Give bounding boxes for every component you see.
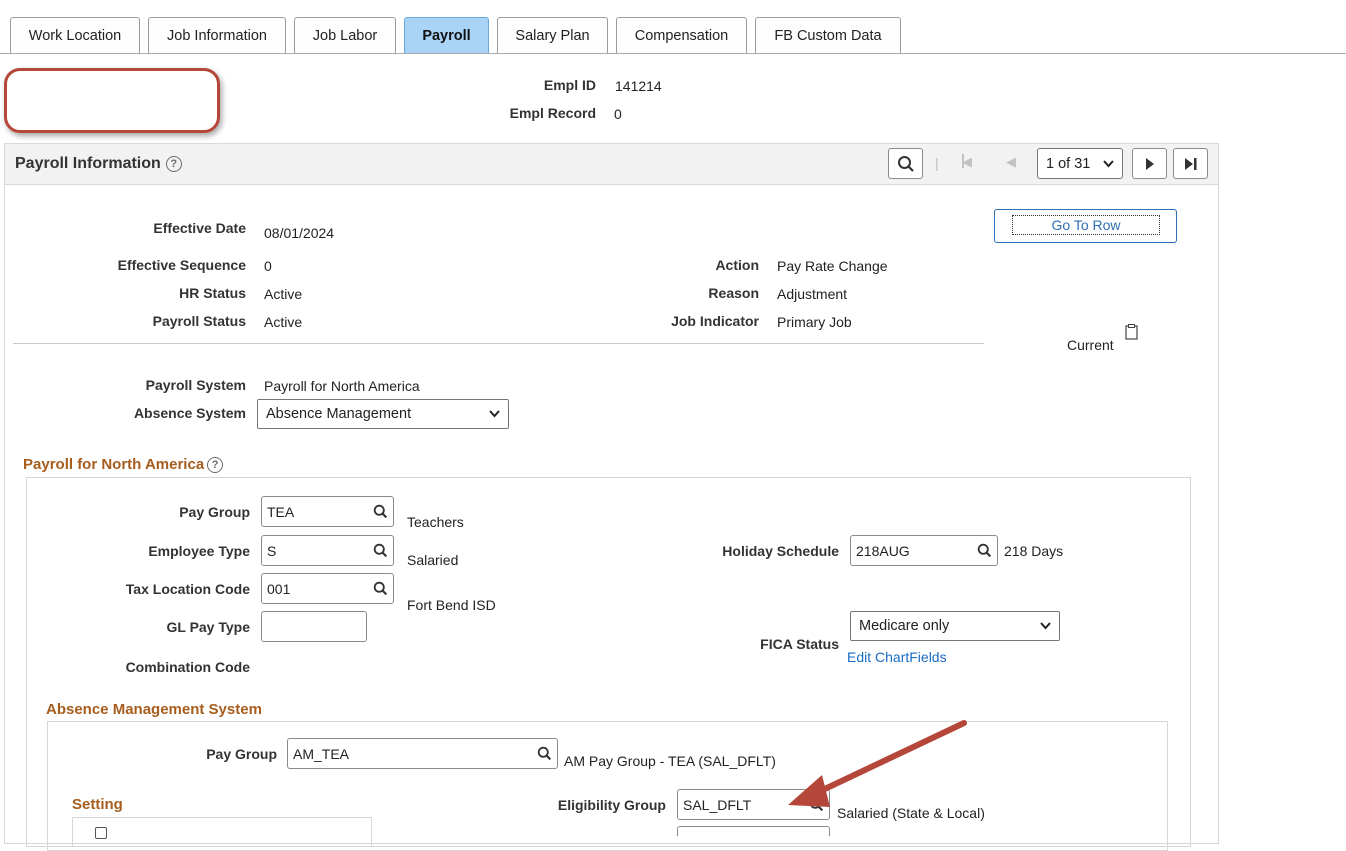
eligibility-group-value: SAL_DFLT — [683, 796, 752, 813]
first-row-bar — [962, 154, 964, 168]
fica-status-select[interactable]: Medicare only — [850, 611, 1060, 641]
empl-record-value: 0 — [614, 106, 622, 122]
payroll-info-title-text: Payroll Information — [15, 155, 161, 172]
holiday-schedule-label: Holiday Schedule — [722, 543, 839, 559]
pay-group-description: Teachers — [407, 514, 464, 530]
ams-pay-group-description: AM Pay Group - TEA (SAL_DFLT) — [564, 753, 776, 769]
payroll-system-value: Payroll for North America — [264, 378, 420, 394]
next-field-input[interactable] — [677, 826, 830, 836]
edit-chartfields-link[interactable]: Edit ChartFields — [847, 649, 947, 665]
tab-payroll[interactable]: Payroll — [404, 17, 489, 54]
tab-job-labor[interactable]: Job Labor — [294, 17, 396, 54]
go-to-row-button[interactable]: Go To Row — [994, 209, 1177, 243]
tab-work-location[interactable]: Work Location — [10, 17, 140, 54]
empl-id-value: 141214 — [615, 78, 662, 94]
absence-system-label: Absence System — [133, 405, 246, 421]
last-row-button[interactable] — [1173, 148, 1208, 179]
previous-row-icon: ◀︎ — [1006, 154, 1016, 169]
pay-group-value: TEA — [267, 503, 295, 520]
fica-status-label: FICA Status — [760, 636, 839, 652]
search-icon[interactable] — [373, 504, 388, 519]
absence-system-select[interactable]: Absence Management — [257, 399, 509, 429]
employee-type-value: S — [267, 542, 277, 559]
search-icon[interactable] — [373, 543, 388, 558]
row-pager-select[interactable]: 1 of 31 — [1037, 148, 1123, 179]
search-button[interactable] — [888, 148, 923, 179]
payroll-system-label: Payroll System — [145, 377, 246, 393]
effective-sequence-label: Effective Sequence — [117, 257, 246, 273]
pay-group-input[interactable]: TEA — [261, 496, 394, 527]
payroll-status-value: Active — [264, 314, 303, 330]
fica-status-value: Medicare only — [859, 618, 950, 634]
setting-checkbox[interactable] — [95, 827, 107, 839]
employee-type-input[interactable]: S — [261, 535, 394, 566]
holiday-schedule-value: 218AUG — [856, 542, 910, 559]
annotation-highlight-box — [4, 68, 220, 133]
action-label: Action — [715, 257, 759, 273]
eligibility-group-label: Eligibility Group — [557, 797, 666, 813]
ams-section-title: Absence Management System — [46, 701, 262, 718]
job-indicator-label: Job Indicator — [671, 313, 759, 329]
setting-section-title: Setting — [72, 796, 123, 813]
payroll-status-label: Payroll Status — [152, 313, 246, 329]
hr-status-value: Active — [264, 286, 303, 302]
ams-pay-group-input[interactable]: AM_TEA — [287, 738, 558, 769]
divider — [13, 343, 984, 344]
tab-compensation[interactable]: Compensation — [616, 17, 747, 54]
tab-salary-plan[interactable]: Salary Plan — [497, 17, 608, 54]
help-icon[interactable]: ? — [207, 457, 224, 474]
holiday-schedule-description: 218 Days — [1004, 543, 1064, 559]
ams-pay-group-value: AM_TEA — [293, 745, 350, 762]
tax-location-description: Fort Bend ISD — [407, 597, 496, 613]
hr-status-label: HR Status — [179, 285, 246, 301]
help-icon[interactable]: ? — [165, 155, 182, 172]
action-value: Pay Rate Change — [777, 258, 888, 274]
annotation-arrow-icon — [788, 720, 967, 807]
gl-pay-type-input[interactable] — [261, 611, 367, 642]
tab-fb-custom-data[interactable]: FB Custom Data — [755, 17, 901, 54]
pna-section-title: Payroll for North America? — [23, 456, 224, 474]
reason-label: Reason — [708, 285, 759, 301]
ams-pay-group-label: Pay Group — [206, 746, 277, 762]
pay-group-label: Pay Group — [179, 504, 250, 520]
chevron-down-icon — [489, 410, 500, 418]
employee-type-label: Employee Type — [148, 543, 250, 559]
effective-date-value: 08/01/2024 — [264, 225, 335, 241]
next-row-button[interactable] — [1132, 148, 1167, 179]
next-arrow-icon — [1145, 157, 1154, 170]
reason-value: Adjustment — [777, 286, 848, 302]
go-to-row-label: Go To Row — [1012, 215, 1160, 235]
effective-sequence-value: 0 — [264, 258, 272, 274]
setting-panel — [72, 817, 372, 847]
job-indicator-value: Primary Job — [777, 314, 852, 330]
search-icon[interactable] — [537, 746, 552, 761]
tab-job-information[interactable]: Job Information — [148, 17, 286, 54]
empl-id-label: Empl ID — [543, 77, 596, 93]
current-document-icon — [1125, 324, 1138, 340]
chevron-down-icon — [1103, 159, 1114, 167]
tax-location-input[interactable]: 001 — [261, 573, 394, 604]
last-row-icon — [1184, 157, 1196, 170]
chevron-down-icon — [1040, 622, 1051, 630]
effective-date-label: Effective Date — [153, 220, 246, 236]
row-pager-value: 1 of 31 — [1046, 155, 1091, 172]
tabs-divider — [0, 53, 1346, 54]
pna-section-title-text: Payroll for North America — [23, 456, 205, 473]
combination-code-label: Combination Code — [125, 659, 250, 675]
current-label: Current — [1067, 337, 1114, 353]
absence-system-value: Absence Management — [266, 406, 412, 422]
search-icon[interactable] — [977, 543, 992, 558]
tax-location-value: 001 — [267, 580, 291, 597]
search-icon[interactable] — [373, 581, 388, 596]
payroll-info-title: Payroll Information? — [15, 155, 182, 173]
empl-record-label: Empl Record — [509, 105, 596, 121]
gl-pay-type-label: GL Pay Type — [166, 619, 250, 635]
tax-location-label: Tax Location Code — [125, 581, 250, 597]
search-icon — [897, 155, 914, 172]
employee-type-description: Salaried — [407, 552, 459, 568]
holiday-schedule-input[interactable]: 218AUG — [850, 535, 998, 566]
nav-separator: | — [935, 155, 939, 171]
